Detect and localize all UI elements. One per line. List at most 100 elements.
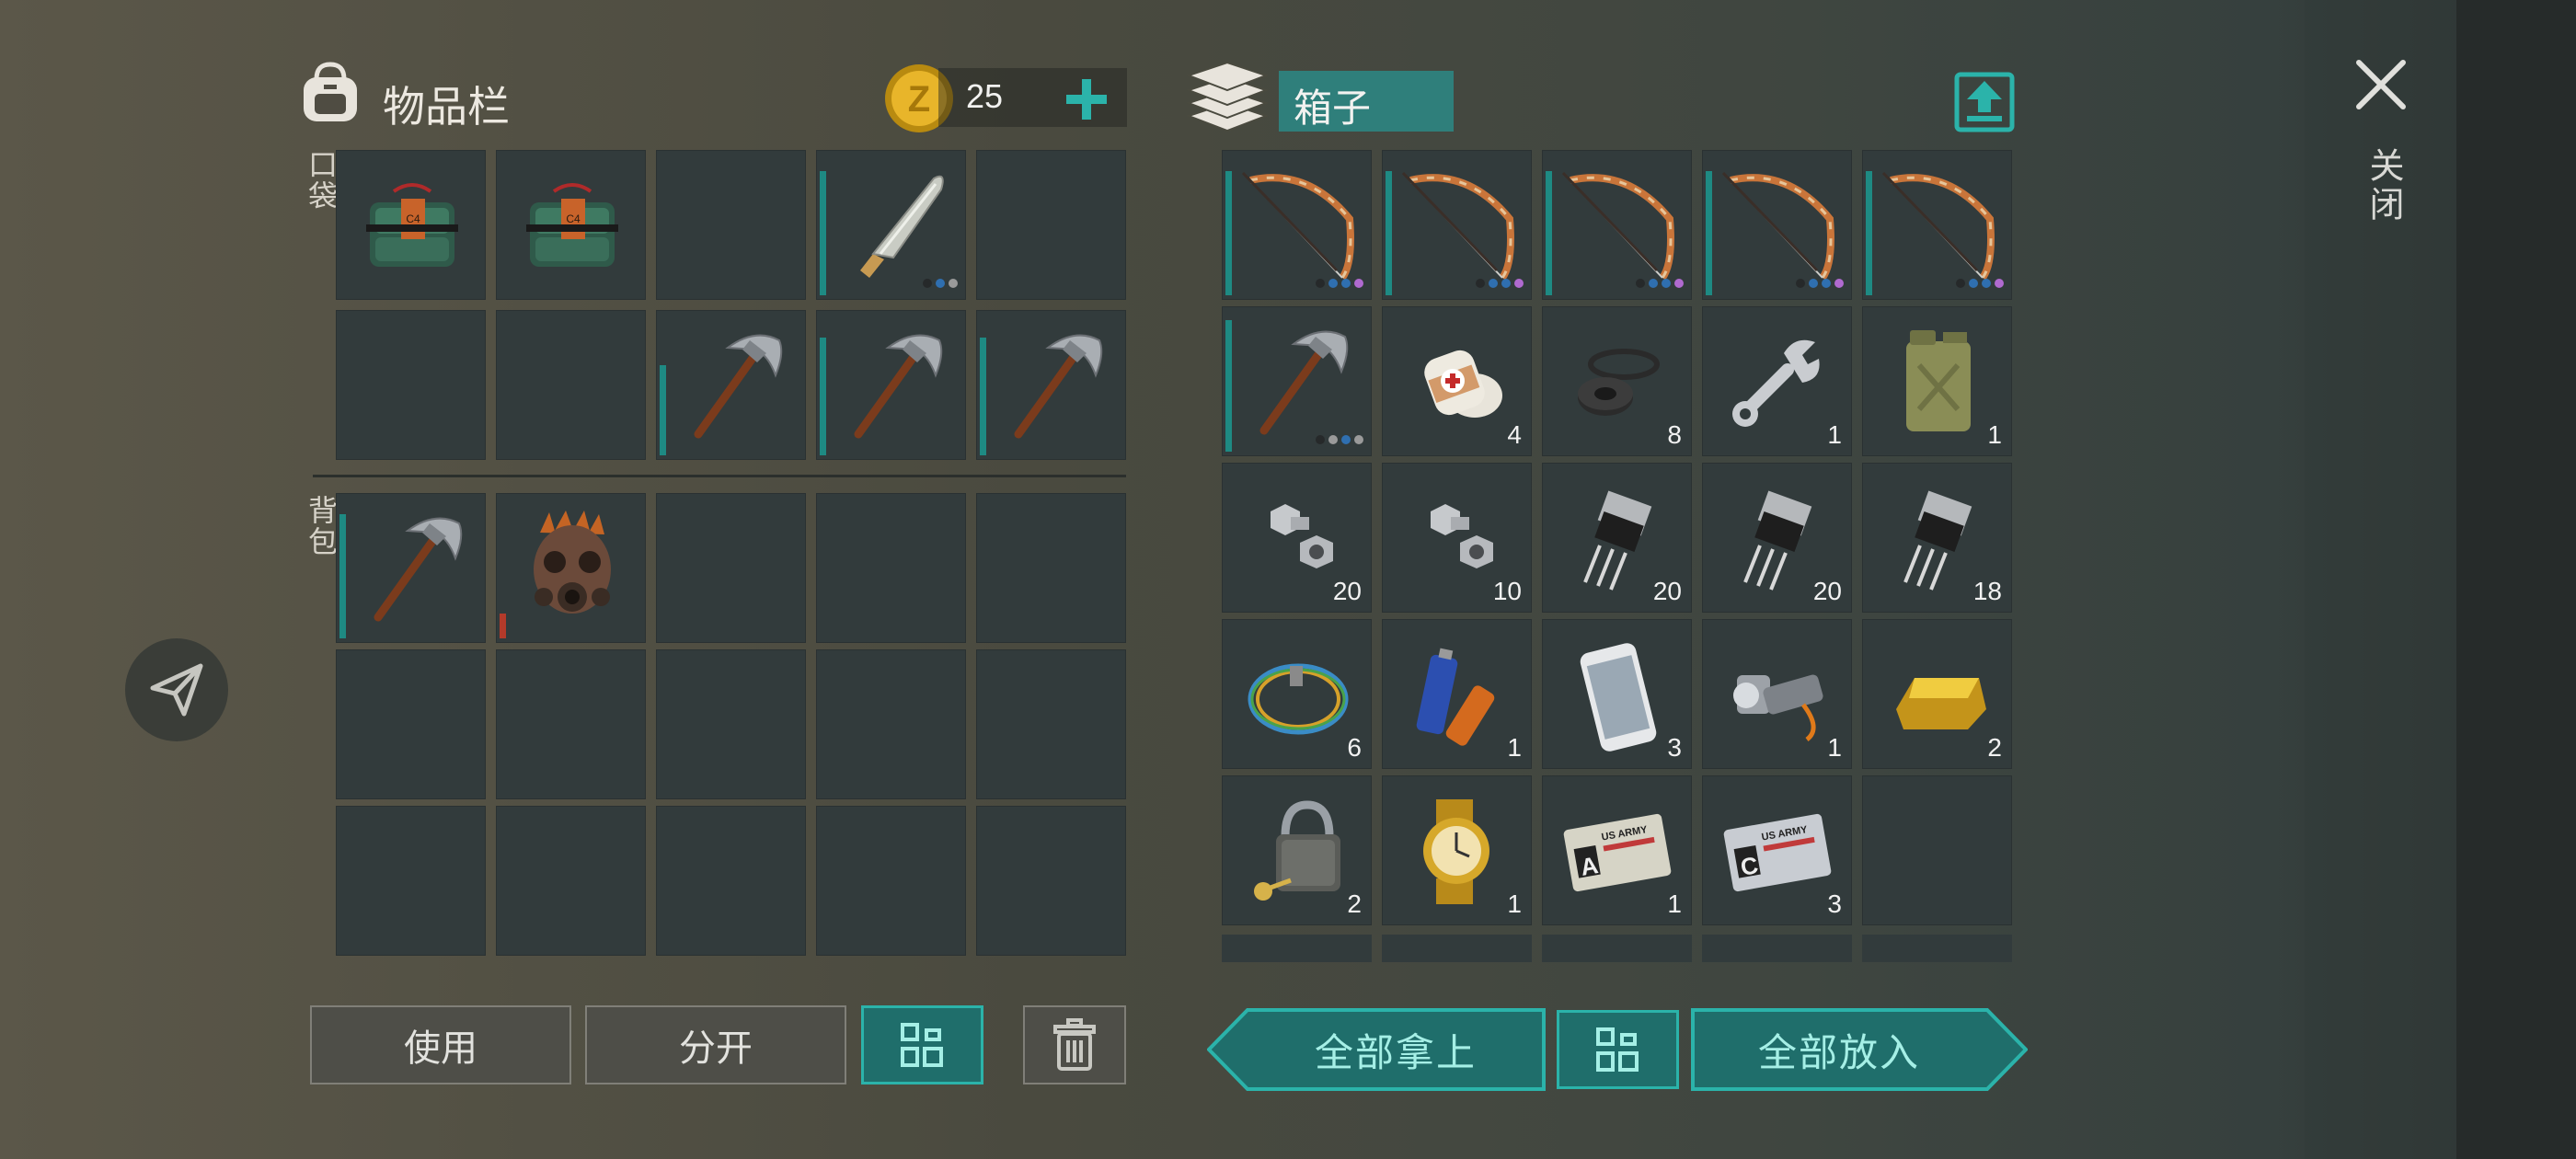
item-slot[interactable]: 8	[1542, 306, 1692, 456]
item-slot[interactable]: 2	[1222, 775, 1372, 925]
item-count: 1	[1507, 733, 1522, 762]
pickaxe-icon	[977, 311, 1127, 461]
empty-slot[interactable]	[336, 806, 486, 956]
item-slot[interactable]: 20	[1222, 463, 1372, 613]
empty-slot[interactable]	[656, 493, 806, 643]
item-slot[interactable]	[1382, 150, 1532, 300]
send-button[interactable]	[125, 638, 228, 741]
item-count: 1	[1827, 733, 1842, 762]
add-coins-button[interactable]	[1063, 75, 1110, 123]
inventory-title: 物品栏	[383, 82, 510, 132]
svg-text:C4: C4	[406, 212, 420, 225]
pickaxe-icon	[337, 494, 487, 644]
item-slot[interactable]: 1	[1382, 775, 1532, 925]
empty-slot[interactable]	[496, 649, 646, 799]
pickaxe-icon	[817, 311, 967, 461]
split-button[interactable]: 分开	[585, 1005, 846, 1084]
empty-slot[interactable]	[496, 310, 646, 460]
item-slot[interactable]: 1	[1702, 619, 1852, 769]
item-slot[interactable]: C US ARMY 3	[1702, 775, 1852, 925]
c4-explosive-icon: C4	[337, 151, 487, 301]
upload-icon	[1954, 72, 2015, 132]
item-slot[interactable]	[496, 493, 646, 643]
coin-count: 25	[966, 77, 1004, 115]
item-slot[interactable]	[1542, 150, 1692, 300]
empty-slot[interactable]	[816, 649, 966, 799]
item-slot[interactable]: 1	[1862, 306, 2012, 456]
box-title: 箱子	[1294, 86, 1372, 131]
quality-dots	[1796, 279, 1844, 288]
empty-slot[interactable]	[656, 806, 806, 956]
item-count: 18	[1972, 577, 2002, 605]
item-slot[interactable]	[1222, 306, 1372, 456]
empty-slot[interactable]	[976, 150, 1126, 300]
quality-dots	[1476, 279, 1524, 288]
item-slot[interactable]	[1702, 150, 1852, 300]
quality-dots	[1316, 435, 1363, 444]
item-count: 1	[1987, 420, 2002, 449]
box-grid-next-row	[1222, 935, 2015, 962]
item-slot[interactable]: 3	[1542, 619, 1692, 769]
empty-slot[interactable]	[976, 493, 1126, 643]
item-slot[interactable]: C4	[496, 150, 646, 300]
item-slot[interactable]: 20	[1542, 463, 1692, 613]
item-count: 1	[1507, 889, 1522, 918]
item-slot[interactable]	[816, 150, 966, 300]
item-slot[interactable]: 20	[1702, 463, 1852, 613]
empty-slot[interactable]	[976, 649, 1126, 799]
item-count: 20	[1812, 577, 1842, 605]
item-count: 3	[1667, 733, 1682, 762]
item-slot[interactable]: C4	[336, 150, 486, 300]
gas-mask-icon	[497, 494, 647, 644]
item-slot[interactable]	[336, 493, 486, 643]
empty-slot[interactable]	[816, 493, 966, 643]
empty-slot[interactable]	[336, 310, 486, 460]
empty-slot[interactable]	[336, 649, 486, 799]
item-slot[interactable]: 6	[1222, 619, 1372, 769]
item-count: 2	[1987, 733, 2002, 762]
put-all-button[interactable]: 全部放入	[1691, 1008, 2028, 1091]
close-button[interactable]	[2355, 59, 2407, 110]
item-slot[interactable]	[656, 310, 806, 460]
item-slot[interactable]: 1	[1702, 306, 1852, 456]
empty-slot[interactable]	[656, 649, 806, 799]
item-count: 1	[1827, 420, 1842, 449]
item-slot[interactable]	[1222, 150, 1372, 300]
item-count: 3	[1827, 889, 1842, 918]
item-count: 10	[1492, 577, 1522, 605]
item-slot[interactable]: 1	[1382, 619, 1532, 769]
item-count: 1	[1667, 889, 1682, 918]
sort-box-button[interactable]	[1557, 1010, 1679, 1089]
empty-slot[interactable]	[816, 806, 966, 956]
empty-slot[interactable]	[1862, 775, 2012, 925]
empty-slot[interactable]	[656, 150, 806, 300]
item-slot[interactable]: 2	[1862, 619, 2012, 769]
empty-slot[interactable]	[976, 806, 1126, 956]
item-count: 20	[1332, 577, 1362, 605]
item-slot[interactable]	[976, 310, 1126, 460]
put-all-label: 全部放入	[1757, 1029, 1920, 1075]
quality-dots	[923, 279, 958, 288]
pickaxe-icon	[657, 311, 807, 461]
item-count: 2	[1347, 889, 1362, 918]
section-divider	[313, 475, 1126, 477]
item-slot[interactable]: 4	[1382, 306, 1532, 456]
item-slot[interactable]: 10	[1382, 463, 1532, 613]
box-upload-button[interactable]	[1954, 72, 2015, 132]
quality-dots	[1636, 279, 1684, 288]
item-slot[interactable]	[816, 310, 966, 460]
item-count: 6	[1347, 733, 1362, 762]
empty-slot[interactable]	[496, 806, 646, 956]
item-slot[interactable]: 18	[1862, 463, 2012, 613]
grid-icon	[1595, 1027, 1639, 1072]
item-slot[interactable]	[1862, 150, 2012, 300]
sort-inventory-button[interactable]	[861, 1005, 983, 1084]
c4-explosive-icon: C4	[497, 151, 647, 301]
discard-button[interactable]	[1023, 1005, 1126, 1084]
quality-dots	[1956, 279, 2004, 288]
use-button[interactable]: 使用	[310, 1005, 571, 1084]
send-icon	[150, 663, 203, 717]
item-slot[interactable]: A US ARMY 1	[1542, 775, 1692, 925]
item-count: 20	[1652, 577, 1682, 605]
take-all-button[interactable]: 全部拿上	[1207, 1008, 1546, 1091]
